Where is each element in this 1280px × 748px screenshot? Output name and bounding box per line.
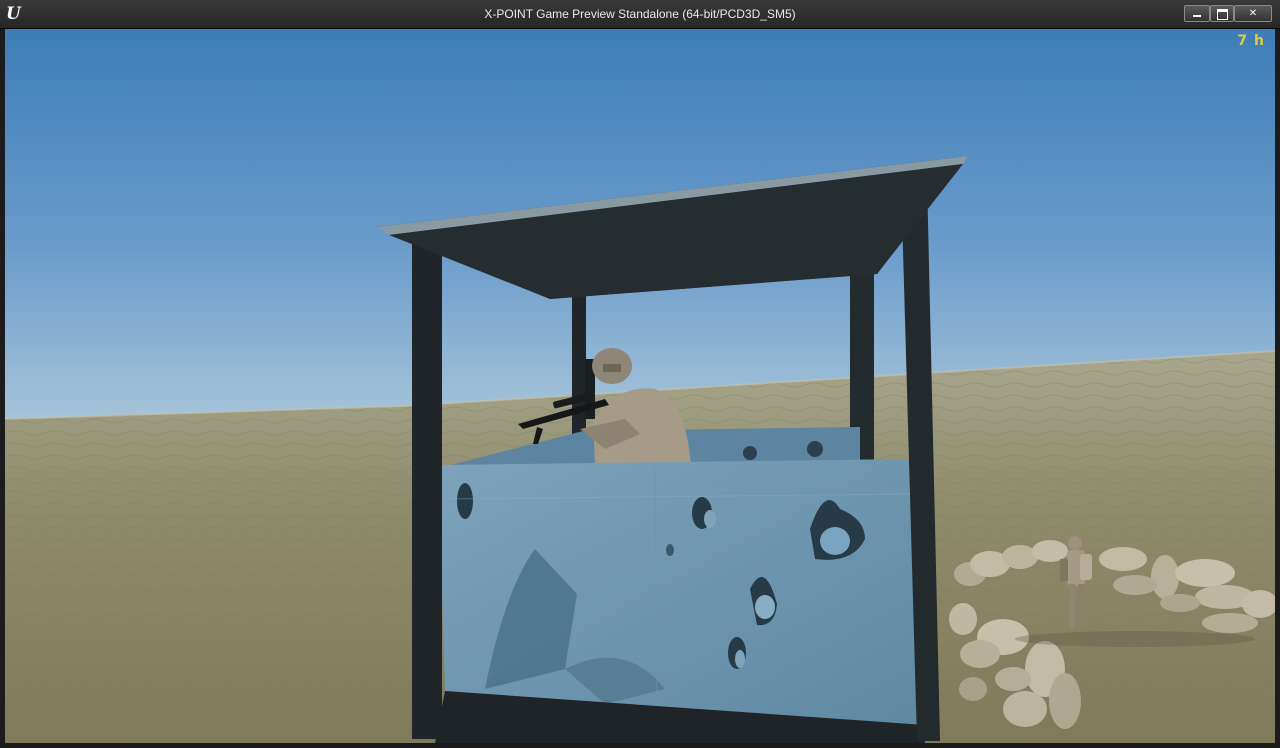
game-window: U X-POINT Game Preview Standalone (64-bi… bbox=[0, 0, 1280, 748]
title-bar[interactable]: U X-POINT Game Preview Standalone (64-bi… bbox=[0, 0, 1280, 29]
game-viewport[interactable]: 7 h bbox=[5, 29, 1275, 743]
minimize-button[interactable] bbox=[1184, 5, 1210, 22]
game-scene bbox=[5, 29, 1275, 743]
stat-readout: 7 h bbox=[1237, 33, 1265, 49]
maximize-button[interactable] bbox=[1210, 5, 1234, 22]
close-button[interactable]: ✕ bbox=[1234, 5, 1272, 22]
window-title: X-POINT Game Preview Standalone (64-bit/… bbox=[484, 7, 796, 21]
